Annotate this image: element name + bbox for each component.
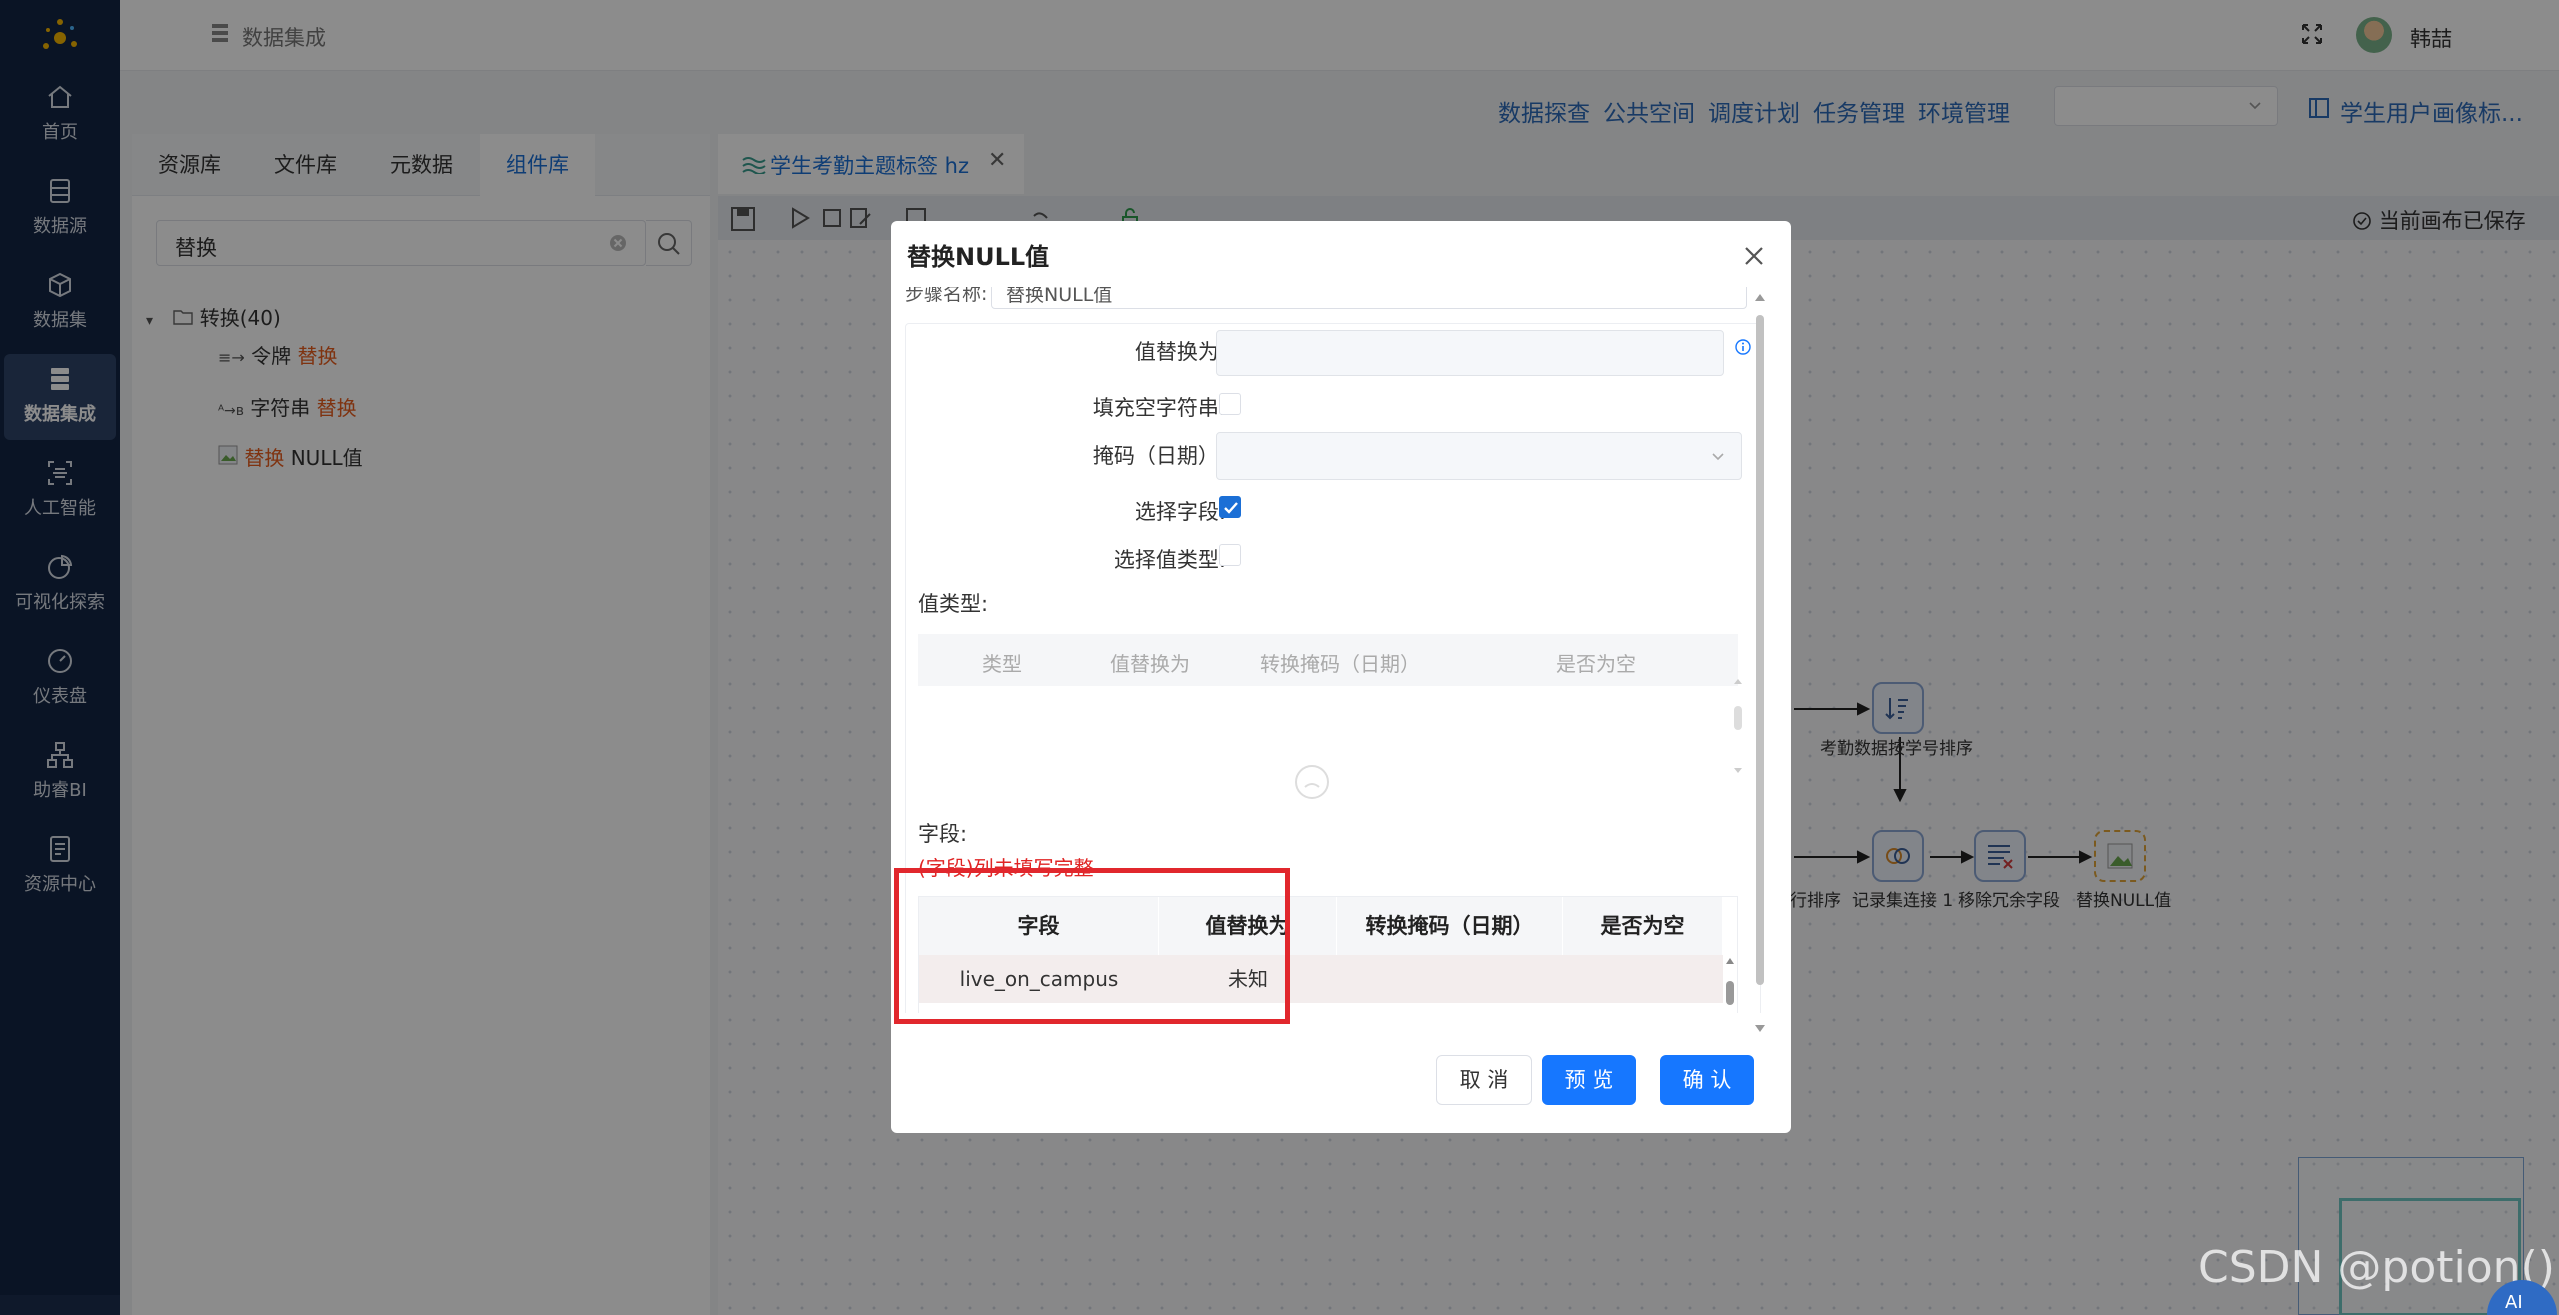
select-field-checkbox[interactable] [1219,496,1241,518]
mask-cell[interactable] [1337,955,1563,1003]
ai-badge-label: AI [2505,1292,2523,1313]
select-field-label: 选择字段: [1134,500,1226,524]
step-name-label: 步骤名称: [905,287,988,305]
value-type-section-label: 值类型: [918,592,989,616]
close-icon[interactable] [1739,241,1769,271]
date-mask-label: 掩码（日期）: [1092,444,1226,468]
preview-button[interactable]: 预 览 [1542,1055,1636,1105]
column-header: 是否为空 [1563,897,1723,955]
dialog-title: 替换NULL值 [907,243,1050,271]
mask-cell[interactable] [1337,1003,1563,1013]
column-header: 是否为空 [1556,652,1636,676]
column-header: 转换掩码（日期） [1337,897,1563,955]
cancel-button[interactable]: 取 消 [1436,1055,1532,1105]
select-value-type-label: 选择值类型: [1113,548,1226,572]
replace-with-input[interactable] [1216,330,1724,376]
step-name-value: 替换NULL值 [1006,287,1113,306]
step-name-input[interactable]: 替换NULL值 [991,287,1747,309]
info-icon[interactable] [1734,338,1752,356]
annotation-highlight-box [894,868,1290,1024]
field-section-label: 字段: [918,822,968,846]
column-header: 值替换为 [1110,652,1190,676]
column-header: 类型 [982,652,1022,676]
value-type-table-header: 类型 值替换为 转换掩码（日期） 是否为空 [918,634,1738,686]
field-table-vertical-scrollbar[interactable] [1723,955,1737,1013]
confirm-button[interactable]: 确 认 [1660,1055,1754,1105]
checkmark-icon [1224,502,1238,514]
is-null-cell[interactable] [1563,955,1723,1003]
empty-state-icon [1295,765,1329,799]
is-null-cell[interactable] [1563,1003,1723,1013]
dialog-vertical-scrollbar[interactable] [1753,291,1767,1035]
replace-with-label: 值替换为: [1134,340,1226,364]
select-value-type-checkbox[interactable] [1219,544,1241,566]
step-name-row: 步骤名称: 替换NULL值 [905,287,1761,321]
chevron-down-icon [1712,453,1724,461]
date-mask-select[interactable] [1216,432,1742,480]
fill-empty-string-label: 填充空字符串: [1092,396,1226,420]
value-type-table-scrollbar[interactable] [1732,676,1744,776]
fill-empty-string-checkbox[interactable] [1219,393,1241,415]
column-header: 转换掩码（日期） [1260,652,1420,676]
